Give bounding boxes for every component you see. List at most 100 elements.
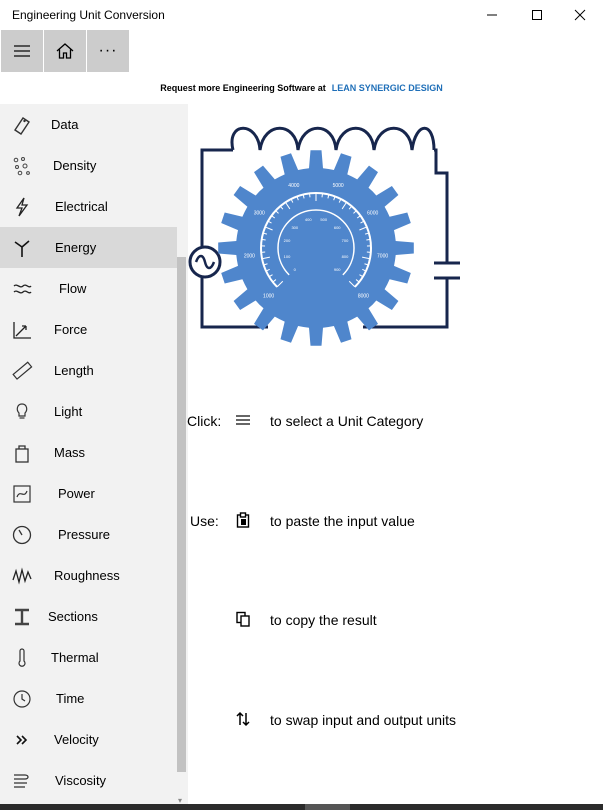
sidebar-item-mass[interactable]: Mass (0, 432, 177, 473)
viscosity-icon (10, 769, 34, 793)
sidebar-item-label: Electrical (55, 199, 108, 214)
gauge-outer-label: 3000 (254, 210, 265, 216)
generator-illustration: 1000200030004000 500060007000800001002003… (188, 126, 460, 346)
sidebar-item-label: Thermal (51, 650, 99, 665)
inductor-coil (230, 126, 436, 151)
promo-link[interactable]: LEAN SYNERGIC DESIGN (332, 83, 443, 93)
sidebar-scrollbar[interactable] (177, 257, 186, 772)
flow-waves-icon (10, 277, 34, 301)
density-dots-icon (10, 154, 34, 178)
force-vector-icon (10, 318, 34, 342)
sidebar-item-roughness[interactable]: Roughness (0, 555, 177, 596)
sidebar-item-label: Light (54, 404, 83, 419)
gauge-inner-label: 800 (342, 254, 349, 259)
sidebar-item-length[interactable]: Length (0, 350, 177, 391)
sidebar-item-label: Data (51, 117, 79, 132)
gauge-inner-label: 600 (334, 225, 341, 230)
copy-icon (234, 610, 252, 628)
hamburger-icon (14, 45, 30, 57)
home-button[interactable] (44, 30, 86, 72)
lightning-icon (10, 195, 34, 219)
sidebar-item-energy[interactable]: Energy (0, 227, 177, 268)
click-label: Click: (187, 413, 222, 429)
category-sidebar: Data Density Electrical Energy Flow Force Leng… (0, 104, 188, 805)
gear-icon (218, 150, 414, 346)
sidebar-item-force[interactable]: Force (0, 309, 177, 350)
sidebar-item-power[interactable]: Power (0, 473, 177, 514)
gauge-outer-label: 4000 (288, 183, 299, 189)
window-title: Engineering Unit Conversion (12, 8, 165, 22)
thermometer-icon (10, 646, 34, 670)
gauge-inner-label: 300 (291, 225, 298, 230)
power-icon (10, 482, 34, 506)
sidebar-item-electrical[interactable]: Electrical (0, 186, 177, 227)
sidebar-item-label: Viscosity (55, 773, 107, 788)
more-button[interactable]: ··· (87, 30, 129, 72)
title-bar: Engineering Unit Conversion (0, 0, 603, 30)
sidebar-item-label: Length (54, 363, 94, 378)
sidebar-item-label: Time (56, 691, 85, 706)
sidebar-item-light[interactable]: Light (0, 391, 177, 432)
light-bulb-icon (10, 400, 34, 424)
sidebar-item-label: Sections (48, 609, 98, 624)
roughness-icon (10, 564, 34, 588)
ruler-icon (10, 359, 34, 383)
swap-icon (234, 710, 252, 728)
gauge-outer-label: 8000 (358, 293, 369, 299)
pressure-gauge-icon (10, 523, 34, 547)
paste-instruction: to paste the input value (270, 513, 415, 529)
hamburger-icon (234, 411, 252, 429)
maximize-button[interactable] (514, 0, 560, 30)
click-instruction: to select a Unit Category (270, 413, 424, 429)
home-icon (56, 43, 74, 59)
gauge-inner-label: 500 (320, 217, 327, 222)
gauge-inner-label: 200 (284, 238, 291, 243)
bottom-strip (0, 804, 603, 810)
sidebar-item-label: Pressure (58, 527, 111, 542)
gauge-inner-label: 400 (305, 217, 312, 222)
sidebar-item-label: Velocity (54, 732, 99, 747)
mass-weight-icon (10, 441, 34, 465)
sidebar-item-label: Mass (54, 445, 86, 460)
minimize-button[interactable] (469, 0, 515, 30)
sidebar-item-sections[interactable]: Sections (0, 596, 177, 637)
sidebar-item-label: Roughness (54, 568, 120, 583)
sidebar-item-label: Energy (55, 240, 97, 255)
sidebar-item-label: Power (58, 486, 95, 501)
sidebar-item-time[interactable]: Time (0, 678, 177, 719)
copy-instruction: to copy the result (270, 612, 377, 628)
sidebar-item-viscosity[interactable]: Viscosity (0, 760, 177, 801)
gauge-outer-label: 7000 (377, 254, 388, 260)
clock-icon (10, 687, 34, 711)
tag-icon (10, 113, 34, 137)
ac-source-symbol (188, 245, 222, 279)
sidebar-item-label: Force (54, 322, 88, 337)
capacitor-symbol (434, 261, 460, 280)
close-icon (574, 9, 586, 21)
gauge-outer-label: 5000 (333, 183, 344, 189)
scroll-up-button[interactable] (177, 104, 188, 114)
promo-line: Request more Engineering Software at LEAN… (0, 83, 603, 93)
gear-body (218, 150, 414, 346)
swap-instruction: to swap input and output units (270, 712, 457, 728)
wind-turbine-icon (10, 236, 34, 260)
more-icon: ··· (98, 42, 118, 59)
sidebar-item-data[interactable]: Data (0, 104, 177, 145)
menu-button[interactable] (1, 30, 43, 72)
sidebar-item-label: Density (53, 158, 97, 173)
sidebar-item-velocity[interactable]: Velocity (0, 719, 177, 760)
sidebar-item-thermal[interactable]: Thermal (0, 637, 177, 678)
velocity-chevrons-icon (10, 728, 34, 752)
sidebar-item-flow[interactable]: Flow (0, 268, 177, 309)
gauge-outer-label: 1000 (263, 293, 274, 299)
sidebar-item-pressure[interactable]: Pressure (0, 514, 177, 555)
gauge-outer-label: 6000 (367, 210, 378, 216)
sidebar-item-label: Flow (59, 281, 87, 296)
close-button[interactable] (557, 0, 603, 30)
gauge-inner-label: 900 (334, 267, 341, 272)
promo-text: Request more Engineering Software at (160, 83, 326, 93)
minimize-icon (487, 14, 497, 16)
paste-icon (234, 511, 252, 529)
gauge-inner-label: 100 (284, 254, 291, 259)
sidebar-item-density[interactable]: Density (0, 145, 177, 186)
